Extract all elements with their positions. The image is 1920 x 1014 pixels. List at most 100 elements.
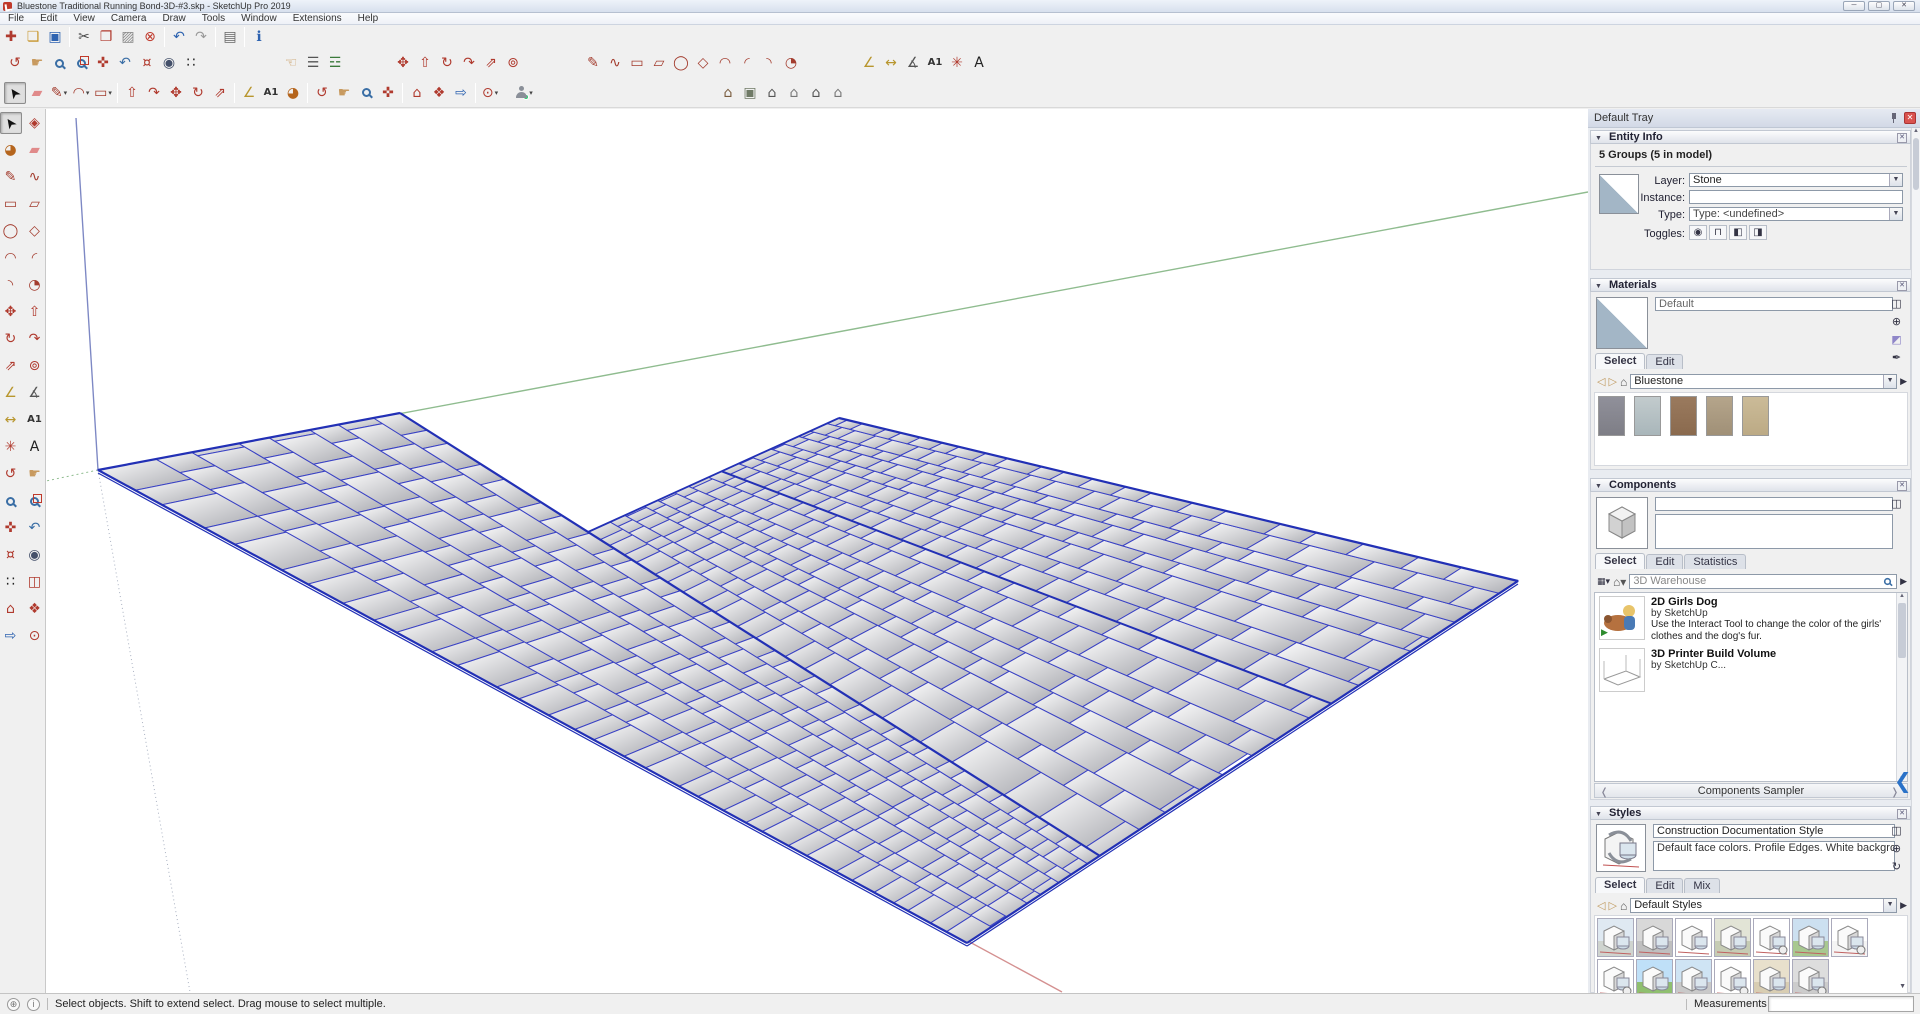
rotated-rectangle-tool[interactable]: ▱ [648, 52, 670, 74]
materials-header[interactable]: ▼ Materials ✕ [1590, 278, 1911, 292]
components-footer[interactable]: ❬ Components Sampler ❭ [1594, 783, 1908, 798]
walk-tool[interactable]: ∷ [0, 571, 22, 593]
zoom-tool[interactable] [0, 490, 22, 512]
details-button[interactable]: ▶ [1900, 576, 1907, 587]
components-scrollbar[interactable]: ▲ ▼ [1896, 593, 1907, 782]
menu-file[interactable]: File [0, 13, 32, 25]
layer-dropdown[interactable]: Stone ▼ [1689, 173, 1903, 187]
send-to-layout-button[interactable]: ⇨ [450, 82, 472, 104]
dimension-tool[interactable]: ↔ [880, 52, 902, 74]
menu-draw[interactable]: Draw [154, 13, 193, 25]
three-d-text-tool[interactable]: A [24, 436, 46, 458]
material-name-field[interactable]: Default [1655, 297, 1893, 311]
style-thumbnail[interactable] [1753, 918, 1790, 957]
make-component-button[interactable]: ◈ [24, 112, 46, 134]
paint-bucket-tool[interactable]: ◕ [282, 82, 304, 104]
delete-button[interactable]: ⊗ [139, 26, 161, 48]
component-title[interactable]: 2D Girls Dog [1651, 596, 1903, 608]
look-around-tool[interactable]: ◉ [158, 52, 180, 74]
pan-tool[interactable]: ☛ [24, 463, 46, 485]
tab-components-statistics[interactable]: Statistics [1684, 554, 1746, 569]
tab-styles-mix[interactable]: Mix [1684, 878, 1719, 893]
component-name-field[interactable] [1655, 497, 1893, 511]
instance-input[interactable] [1689, 190, 1903, 204]
zoom-tool[interactable] [355, 82, 377, 104]
view-iso-button[interactable]: ⌂ [717, 82, 739, 104]
tab-materials-edit[interactable]: Edit [1646, 354, 1683, 369]
style-thumbnail[interactable] [1597, 918, 1634, 957]
component-attributes-button[interactable]: ☲ [324, 52, 346, 74]
text-tool[interactable]: A1 [260, 82, 282, 104]
pie-tool[interactable]: ◔ [24, 274, 46, 296]
sign-in-button[interactable]: ▾ [513, 82, 535, 104]
pin-icon[interactable] [1889, 113, 1898, 122]
rectangle-tool[interactable]: ▭▾ [92, 82, 114, 104]
component-description-field[interactable] [1655, 514, 1893, 549]
view-right-button[interactable]: ⌂ [783, 82, 805, 104]
dimension-tool[interactable]: ↔ [0, 409, 22, 431]
close-button[interactable]: ✕ [1893, 1, 1915, 11]
undo-button[interactable]: ↶ [168, 26, 190, 48]
measurements-input[interactable] [1768, 996, 1914, 1012]
tray-title-bar[interactable]: Default Tray ✕ [1588, 109, 1920, 128]
scale-tool[interactable]: ⇗ [0, 355, 22, 377]
view-front-button[interactable]: ⌂ [761, 82, 783, 104]
new-file-button[interactable]: ✚ [0, 26, 22, 48]
walk-tool[interactable]: ∷ [180, 52, 202, 74]
zoom-tool[interactable] [48, 52, 70, 74]
three-point-arc-tool[interactable]: ◝ [758, 52, 780, 74]
tape-measure-tool[interactable]: ∠ [238, 82, 260, 104]
interact-tool[interactable]: ☜ [280, 52, 302, 74]
secondary-pane-toggle[interactable]: ◫ [1889, 297, 1904, 311]
offset-tool[interactable]: ⊚ [502, 52, 524, 74]
chevron-down-icon[interactable]: ▼ [1883, 899, 1896, 912]
menu-view[interactable]: View [65, 13, 103, 25]
position-camera-tool[interactable]: ¤ [0, 544, 22, 566]
in-model-button[interactable]: ⌂ [1620, 899, 1627, 913]
components-close-button[interactable]: ✕ [1897, 481, 1907, 491]
redo-button[interactable]: ↷ [190, 26, 212, 48]
two-point-arc-tool[interactable]: ◜ [24, 247, 46, 269]
component-title[interactable]: 3D Printer Build Volume [1651, 648, 1776, 660]
material-swatch-3[interactable] [1670, 396, 1697, 436]
tray-collapse-chevron-icon[interactable]: ❮ [1894, 769, 1912, 793]
arc-tool[interactable]: ◠ [714, 52, 736, 74]
three-point-arc-tool[interactable]: ◝ [0, 274, 22, 296]
zoom-extents-button[interactable]: ✜ [377, 82, 399, 104]
orbit-tool[interactable]: ↺ [4, 52, 26, 74]
cut-button[interactable]: ✂ [73, 26, 95, 48]
back-button[interactable]: ◁ [1597, 375, 1605, 388]
axes-tool[interactable]: ✳ [946, 52, 968, 74]
extension-manager-button[interactable]: ⊙ [24, 625, 46, 647]
collapse-triangle-icon[interactable]: ▼ [1595, 811, 1602, 818]
style-thumbnail[interactable] [1675, 918, 1712, 957]
eraser-tool[interactable]: ▰ [26, 82, 48, 104]
visible-toggle[interactable]: ◉ [1689, 225, 1707, 240]
section-plane-tool[interactable]: ◫ [24, 571, 46, 593]
menu-window[interactable]: Window [233, 13, 285, 25]
position-camera-tool[interactable]: ¤ [136, 52, 158, 74]
create-material-button[interactable]: ⊕ [1889, 315, 1904, 329]
pie-tool[interactable]: ◔ [780, 52, 802, 74]
tab-components-select[interactable]: Select [1595, 553, 1645, 569]
view-options-button[interactable]: ▦▾ [1597, 576, 1610, 587]
lock-toggle[interactable]: ⊓ [1709, 225, 1727, 240]
freehand-tool[interactable]: ∿ [24, 166, 46, 188]
zoom-previous-button[interactable]: ↶ [114, 52, 136, 74]
in-model-button[interactable]: ⌂▾ [1613, 575, 1626, 589]
tray-close-button[interactable]: ✕ [1904, 112, 1916, 124]
select-tool[interactable]: ➤ [0, 112, 22, 134]
entity-info-header[interactable]: ▼ Entity Info ✕ [1590, 130, 1911, 144]
styles-close-button[interactable]: ✕ [1897, 809, 1907, 819]
two-point-arc-tool[interactable]: ◜ [736, 52, 758, 74]
styles-collection-dropdown[interactable]: Default Styles▼ [1630, 898, 1897, 913]
extension-manager-button[interactable]: ⊙▾ [479, 82, 501, 104]
material-swatch-1[interactable] [1598, 396, 1625, 436]
secondary-pane-toggle[interactable]: ◫ [1889, 824, 1904, 838]
zoom-extents-button[interactable]: ✜ [0, 517, 22, 539]
protractor-tool[interactable]: ∡ [902, 52, 924, 74]
rectangle-tool[interactable]: ▭ [0, 193, 22, 215]
secondary-pane-toggle[interactable]: ◫ [1889, 497, 1904, 511]
style-thumbnail[interactable] [1636, 918, 1673, 957]
line-tool[interactable]: ✎ [582, 52, 604, 74]
